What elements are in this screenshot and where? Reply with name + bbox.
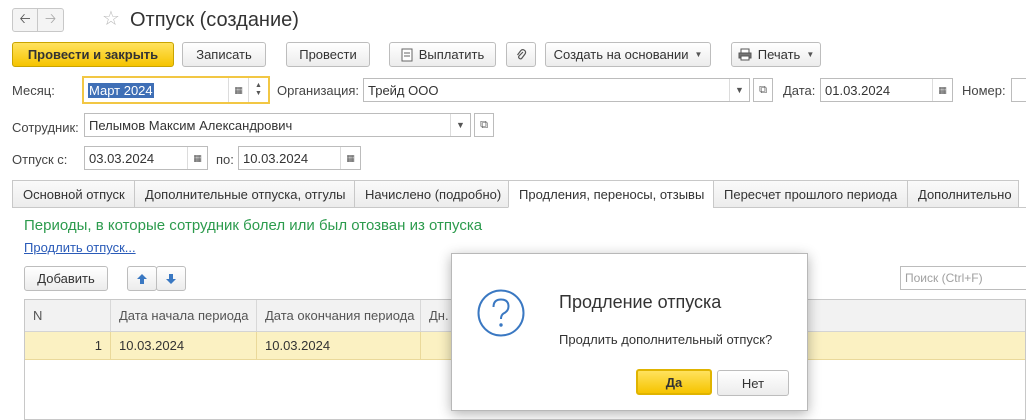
employee-field[interactable]: Пелымов Максим Александрович ▼: [84, 113, 471, 137]
month-stepper[interactable]: ▲ ▼: [248, 78, 268, 102]
arrow-up-icon: [137, 273, 147, 284]
printer-icon: [738, 48, 752, 61]
calendar-icon[interactable]: ▦: [228, 78, 248, 102]
tab-accrued-detailed[interactable]: Начислено (подробно): [354, 180, 508, 208]
dialog-title: Продление отпуска: [559, 292, 722, 312]
attach-button[interactable]: [506, 42, 536, 67]
tab-additional-vacations[interactable]: Дополнительные отпуска, отгулы: [134, 180, 354, 208]
vacation-to-value: 10.03.2024: [243, 150, 309, 166]
vacation-to-label: по:: [216, 152, 234, 167]
date-label: Дата:: [783, 83, 816, 98]
open-organization-button[interactable]: ⧉: [753, 78, 773, 102]
dialog-message: Продлить дополнительный отпуск?: [559, 332, 773, 347]
tab-additional[interactable]: Дополнительно: [907, 180, 1019, 208]
tab-extensions[interactable]: Продления, переносы, отзывы: [508, 180, 713, 208]
open-icon: ⧉: [480, 118, 488, 131]
post-and-close-button[interactable]: Провести и закрыть: [12, 42, 174, 67]
tab-main-vacation[interactable]: Основной отпуск: [12, 180, 134, 208]
extend-vacation-dialog: Продление отпуска Продлить дополнительны…: [451, 253, 808, 411]
cell-start-date: 10.03.2024: [111, 332, 257, 359]
chevron-down-icon: ▼: [806, 50, 815, 59]
number-field[interactable]: [1011, 78, 1026, 102]
create-based-on-button[interactable]: Создать на основании ▼: [545, 42, 711, 67]
calendar-icon[interactable]: ▦: [340, 147, 360, 169]
move-up-button[interactable]: [127, 266, 157, 291]
organization-field[interactable]: Трейд ООО ▼: [363, 78, 750, 102]
create-based-on-label: Создать на основании: [553, 47, 689, 62]
post-button[interactable]: Провести: [286, 42, 370, 67]
print-label: Печать: [757, 47, 801, 62]
open-employee-button[interactable]: ⧉: [474, 113, 494, 137]
calendar-icon[interactable]: ▦: [187, 147, 207, 169]
column-header-end-date[interactable]: Дата окончания периода: [257, 300, 421, 331]
extend-vacation-link[interactable]: Продлить отпуск...: [24, 240, 136, 255]
document-icon: [401, 48, 413, 61]
search-placeholder: Поиск (Ctrl+F): [905, 271, 983, 285]
paperclip-icon: [517, 48, 527, 59]
favorite-star-icon[interactable]: ☆: [102, 9, 120, 29]
vacation-to-field[interactable]: 10.03.2024 ▦: [238, 146, 361, 170]
cell-n: 1: [25, 332, 111, 359]
move-down-button[interactable]: [156, 266, 186, 291]
column-header-start-date[interactable]: Дата начала периода: [111, 300, 257, 331]
date-value: 01.03.2024: [825, 82, 891, 98]
arrow-down-icon: [166, 273, 176, 284]
organization-label: Организация:: [277, 83, 360, 98]
column-header-n[interactable]: N: [25, 300, 111, 331]
no-button[interactable]: Нет: [717, 370, 789, 396]
month-field[interactable]: Март 2024 ▦ ▲ ▼: [82, 76, 270, 104]
pay-button-label: Выплатить: [418, 47, 485, 62]
month-label: Месяц:: [12, 83, 55, 98]
date-field[interactable]: 01.03.2024 ▦: [820, 78, 953, 102]
vacation-from-label: Отпуск с:: [12, 152, 68, 167]
forward-button[interactable]: 🡢: [38, 8, 64, 32]
save-button[interactable]: Записать: [182, 42, 266, 67]
open-icon: ⧉: [759, 83, 767, 96]
tab-recalculation[interactable]: Пересчет прошлого периода: [713, 180, 907, 208]
pay-button[interactable]: Выплатить: [389, 42, 496, 67]
tab-underline: [12, 207, 497, 208]
print-button[interactable]: Печать ▼: [731, 42, 821, 67]
panel-heading: Периоды, в которые сотрудник болел или б…: [24, 217, 483, 234]
search-input[interactable]: Поиск (Ctrl+F): [900, 266, 1026, 290]
employee-label: Сотрудник:: [12, 120, 79, 135]
employee-value: Пелымов Максим Александрович: [89, 117, 293, 133]
tab-bar: Основной отпуск Дополнительные отпуска, …: [12, 180, 1019, 208]
arrow-left-icon: 🡠: [19, 10, 31, 26]
chevron-down-icon: ▼: [694, 50, 703, 59]
organization-value: Трейд ООО: [368, 82, 439, 98]
calendar-icon[interactable]: ▦: [932, 79, 952, 101]
dropdown-icon[interactable]: ▼: [450, 114, 470, 136]
back-button[interactable]: 🡠: [12, 8, 38, 32]
vacation-from-field[interactable]: 03.03.2024 ▦: [84, 146, 208, 170]
cell-end-date: 10.03.2024: [257, 332, 421, 359]
dropdown-icon[interactable]: ▼: [729, 79, 749, 101]
number-label: Номер:: [962, 83, 1006, 98]
add-button[interactable]: Добавить: [24, 266, 108, 291]
tab-underline: [713, 207, 1026, 208]
vacation-from-value: 03.03.2024: [89, 150, 155, 166]
page-title: Отпуск (создание): [130, 9, 299, 31]
arrow-right-icon: 🡢: [44, 10, 57, 26]
question-icon: [477, 289, 525, 337]
month-value: Март 2024: [88, 82, 154, 98]
yes-button[interactable]: Да: [636, 369, 712, 395]
